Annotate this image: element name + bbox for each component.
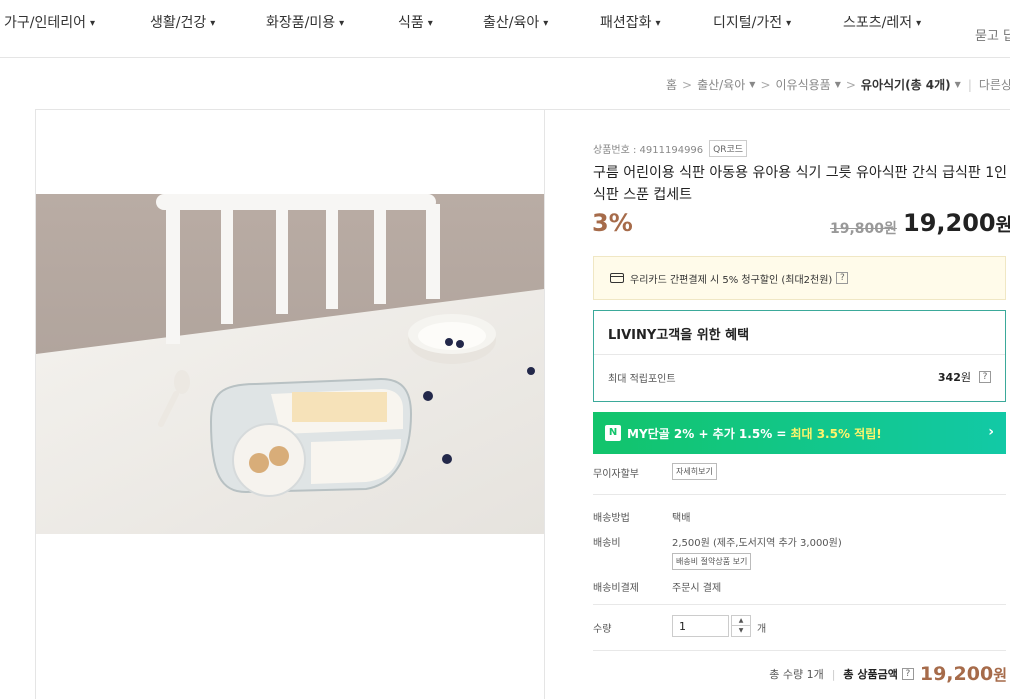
naver-n-icon: N: [605, 425, 621, 441]
shipping-fee-value: 2,500원 (제주,도서지역 추가 3,000원): [672, 538, 842, 549]
chevron-down-icon: ▾: [655, 18, 661, 29]
product-image-panel: [35, 109, 544, 699]
my-banner-text: MY단골 2% + 추가 1.5% =: [627, 426, 787, 441]
divider: [593, 650, 1006, 651]
breadcrumb-separator: >: [682, 77, 693, 92]
chevron-down-icon: ▾: [339, 18, 345, 29]
benefit-box: LIVINY고객을 위한 혜택 최대 적립포인트 342 원 ?: [593, 310, 1006, 402]
shipping-fee-label: 배송비: [593, 538, 621, 549]
point-label: 최대 적립포인트: [608, 374, 676, 385]
benefit-title: LIVINY고객을 위한 혜택: [608, 328, 750, 343]
sale-price-unit: 원: [995, 215, 1010, 236]
installment-label: 무이자할부: [593, 469, 639, 480]
chevron-down-icon: ▾: [786, 18, 792, 29]
installment-detail-button[interactable]: 자세히보기: [672, 463, 717, 480]
nav-item-label: 디지털/가전: [713, 15, 783, 31]
divider: [593, 604, 1006, 605]
nav-item-label: 가구/인테리어: [4, 15, 86, 31]
nav-item-furniture[interactable]: 가구/인테리어 ▾: [4, 12, 95, 32]
point-amount: 342: [937, 370, 961, 384]
total-price-unit: 원: [993, 666, 1007, 684]
total-count: 총 수량 1개: [769, 668, 824, 681]
benefit-divider: [594, 354, 1005, 355]
breadcrumb-separator: >: [760, 77, 771, 92]
my-banner-highlight: 최대 3.5% 적립!: [790, 426, 882, 441]
quantity-decrease-icon[interactable]: ▼: [732, 626, 750, 636]
quantity-label: 수량: [593, 624, 612, 635]
quantity-input[interactable]: [672, 615, 729, 637]
nav-item-label: 식품: [398, 15, 424, 31]
help-icon[interactable]: ?: [836, 272, 849, 284]
quantity-unit: 개: [757, 624, 767, 635]
total-row: 총 수량 1개 | 총 상품금액 ? 19,200원: [769, 663, 1007, 685]
quantity-increase-icon[interactable]: ▲: [732, 616, 750, 626]
product-image[interactable]: [36, 194, 544, 534]
qna-link[interactable]: 묻고 답: [975, 25, 1010, 44]
discount-rate: 3%: [592, 209, 633, 237]
help-icon[interactable]: ?: [979, 371, 991, 383]
qr-code-button[interactable]: QR코드: [709, 140, 748, 157]
nav-item-label: 화장품/미용: [266, 15, 336, 31]
nav-item-digital[interactable]: 디지털/가전 ▾: [713, 12, 791, 32]
card-promo-box: 우리카드 간편결제 시 5% 청구할인 (최대2천원) ?: [593, 256, 1006, 300]
product-info-panel: 상품번호 : 4911194996 QR코드 구름 어린이용 식판 아동용 유아…: [544, 109, 1010, 699]
original-price: 19,800원: [830, 221, 897, 237]
nav-item-label: 패션잡화: [600, 15, 652, 31]
chevron-down-icon: ▾: [90, 18, 96, 29]
chevron-down-icon: ▾: [916, 18, 922, 29]
shipping-payment-value: 주문시 결제: [672, 583, 722, 594]
sale-price: 19,200원: [903, 209, 1010, 237]
nav-item-beauty[interactable]: 화장품/미용 ▾: [266, 12, 344, 32]
nav-item-living[interactable]: 생활/건강 ▾: [150, 12, 215, 32]
breadcrumb: 홈 > 출산/육아 ▼ > 이유식용품 ▼ > 유아식기(총 4개) ▼ | 다…: [666, 76, 1010, 93]
shipping-method-value: 택배: [672, 513, 691, 524]
installment-detail-cell: 자세히보기: [672, 463, 717, 480]
help-icon[interactable]: ?: [901, 668, 914, 680]
nav-item-fashion[interactable]: 패션잡화 ▾: [600, 12, 661, 32]
caret-down-icon[interactable]: ▼: [955, 80, 961, 89]
chevron-down-icon: ▾: [427, 18, 433, 29]
my-regular-banner[interactable]: N MY단골 2% + 추가 1.5% = 최대 3.5% 적립! ›: [593, 412, 1006, 454]
shipping-method-label: 배송방법: [593, 513, 630, 524]
chevron-down-icon: ▾: [543, 18, 549, 29]
quantity-stepper: ▲ ▼: [731, 615, 751, 637]
point-unit: 원: [960, 371, 971, 384]
breadcrumb-count: (총 4개): [905, 78, 951, 92]
sale-price-value: 19,200: [903, 209, 996, 237]
product-photo: [36, 194, 544, 534]
caret-down-icon[interactable]: ▼: [835, 80, 841, 89]
chevron-down-icon: ▾: [210, 18, 216, 29]
nav-item-label: 생활/건강: [150, 15, 207, 31]
product-title: 구름 어린이용 식판 아동용 유아용 식기 그릇 유아식판 간식 급식판 1인식…: [593, 165, 1008, 203]
shipping-save-button[interactable]: 배송비 절약상품 보기: [672, 553, 752, 570]
breadcrumb-home[interactable]: 홈: [666, 76, 677, 93]
caret-down-icon[interactable]: ▼: [749, 80, 755, 89]
breadcrumb-current[interactable]: 유아식기(총 4개): [861, 76, 951, 93]
breadcrumb-current-label: 유아식기: [860, 78, 906, 92]
chevron-right-icon: ›: [988, 424, 994, 440]
nav-item-label: 스포츠/레저: [843, 15, 913, 31]
total-separator: |: [831, 667, 836, 681]
top-category-nav: 가구/인테리어 ▾ 생활/건강 ▾ 화장품/미용 ▾ 식품 ▾ 출산/육아 ▾ 패션잡화 ▾…: [0, 0, 1010, 58]
credit-card-icon: [610, 273, 624, 283]
product-code: 상품번호 : 4911194996: [593, 145, 704, 156]
product-code-row: 상품번호 : 4911194996 QR코드: [593, 140, 748, 157]
card-promo-text: 우리카드 간편결제 시 5% 청구할인 (최대2천원): [630, 274, 833, 286]
nav-item-food[interactable]: 식품 ▾: [398, 12, 433, 32]
shipping-save-cell: 배송비 절약상품 보기: [672, 553, 752, 570]
nav-item-baby[interactable]: 출산/육아 ▾: [483, 12, 548, 32]
divider: [593, 494, 1006, 495]
nav-item-label: 출산/육아: [483, 15, 540, 31]
breadcrumb-divider: |: [967, 77, 972, 92]
total-label: 총 상품금액: [843, 668, 898, 681]
total-price-value: 19,200: [919, 663, 994, 685]
point-value: 342 원 ?: [938, 369, 991, 385]
breadcrumb-level1[interactable]: 출산/육아: [697, 76, 745, 93]
shipping-payment-label: 배송비결제: [593, 583, 639, 594]
breadcrumb-other[interactable]: 다른상: [979, 76, 1010, 93]
breadcrumb-level2[interactable]: 이유식용품: [776, 76, 831, 93]
breadcrumb-separator: >: [845, 77, 856, 92]
nav-item-sports[interactable]: 스포츠/레저 ▾: [843, 12, 921, 32]
total-price: 19,200원: [920, 663, 1007, 685]
